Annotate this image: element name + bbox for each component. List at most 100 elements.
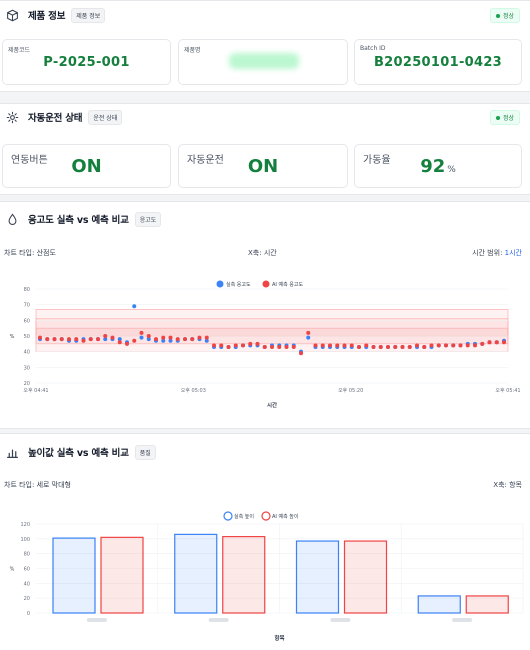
legend-label: AI 예측 높이	[272, 513, 298, 520]
predicted-point	[110, 335, 115, 340]
y-tick-label: 70	[24, 303, 30, 309]
predicted-point	[393, 344, 398, 349]
predicted-point	[146, 334, 151, 338]
height-chart-card: 높이값 실측 vs 예측 비교 품질 차트 타입: 세로 막대형 X축: 항목 …	[0, 433, 530, 650]
x-tick-label: 오후 04:41	[23, 388, 48, 394]
product-info-header: 제품 정보 제품 정보	[6, 6, 106, 24]
predicted-point	[81, 338, 86, 343]
predicted-point	[371, 344, 376, 349]
predicted-point	[270, 344, 274, 349]
batch-id-box: Batch ID B20250101-0423	[354, 39, 522, 85]
predicted-point	[197, 335, 202, 340]
predicted-point	[262, 344, 267, 349]
predicted-point	[357, 344, 361, 349]
predicted-point	[212, 343, 216, 348]
legend-marker	[262, 280, 270, 288]
auto-operation-title: 자동운전 상태	[28, 113, 83, 124]
x-axis-label: 항목	[274, 634, 284, 642]
predicted-point	[88, 337, 93, 342]
actual-point	[132, 304, 137, 309]
predicted-point	[248, 341, 253, 346]
x-tick-label-blurred	[330, 618, 351, 622]
x-tick-label: 오후 05:41	[495, 388, 520, 394]
predicted-point	[306, 330, 311, 335]
predicted-point	[400, 344, 405, 349]
predicted-point	[313, 343, 318, 348]
gear-icon	[6, 111, 19, 123]
cube-icon	[7, 9, 18, 21]
utilization-value: 92	[420, 156, 446, 177]
predicted-point	[386, 344, 390, 349]
height-chart-type: 차트 타입: 세로 막대형	[4, 481, 71, 489]
predicted-point	[45, 337, 50, 342]
height-tag: 품질	[134, 444, 156, 460]
product-status-text: 정상	[502, 13, 514, 20]
product-code-value: P-2025-001	[43, 55, 130, 70]
predicted-point	[465, 343, 470, 348]
y-tick-label: 80	[24, 287, 30, 293]
y-tick-label: 100	[20, 537, 30, 543]
viscosity-chart-type: 차트 타입: 산점도	[4, 249, 56, 257]
predicted-point	[241, 343, 245, 348]
auto-mode-value: ON	[247, 156, 279, 177]
predicted-point	[284, 344, 289, 349]
viscosity-tag: 응고도	[134, 211, 162, 227]
predicted-point	[67, 337, 71, 342]
x-tick-label-blurred	[86, 618, 107, 622]
predicted-point	[277, 344, 282, 349]
viscosity-x-axis: X축: 시간	[248, 249, 277, 257]
height-title: 높이값 실측 vs 예측 비교	[28, 448, 129, 459]
interlock-box: 연동버튼 ON	[2, 144, 171, 188]
y-tick-label: 60	[24, 567, 30, 573]
y-tick-label: 20	[24, 381, 30, 387]
legend-label: 실측 높이	[234, 513, 254, 520]
predicted-point	[154, 337, 158, 342]
predicted-point	[183, 337, 187, 342]
y-axis-label: %	[10, 567, 15, 573]
predicted-point	[190, 337, 195, 342]
product-info-tag: 제품 정보	[71, 7, 106, 23]
predicted-point	[458, 343, 463, 348]
x-axis-label: 시간	[267, 401, 277, 409]
predicted-point	[487, 340, 492, 345]
y-tick-label: 120	[20, 522, 30, 528]
height-x-axis: X축: 항목	[493, 481, 522, 489]
predicted-point	[342, 343, 347, 348]
x-tick-label: 오후 05:03	[181, 388, 206, 394]
y-tick-label: 40	[24, 581, 30, 587]
legend-marker	[223, 511, 233, 521]
y-tick-label: 20	[24, 596, 30, 602]
y-axis-label: %	[10, 334, 15, 340]
status-dot-icon	[495, 115, 500, 120]
y-tick-label: 30	[24, 365, 30, 371]
predicted-point	[494, 340, 499, 345]
product-name-blurred-value	[229, 53, 299, 69]
product-code-label: 제품코드	[8, 47, 31, 54]
y-tick-label: 60	[24, 318, 30, 324]
predicted-point	[451, 343, 456, 348]
utilization-box: 가동율 92%	[354, 144, 522, 188]
viscosity-title: 응고도 실측 vs 예측 비교	[28, 215, 129, 226]
predicted-point	[117, 340, 122, 345]
predicted-point	[255, 341, 260, 346]
predicted-bar	[343, 540, 388, 614]
x-tick-label-blurred	[452, 618, 473, 622]
time-range-value[interactable]: 1시간	[505, 249, 522, 257]
predicted-point	[161, 335, 166, 340]
auto-status-text: 정상	[502, 115, 514, 122]
viscosity-time-range[interactable]: 시간 범위: 1시간	[472, 248, 522, 258]
legend-marker	[216, 280, 224, 288]
predicted-point	[335, 343, 340, 348]
predicted-point	[328, 343, 332, 348]
predicted-point	[175, 337, 180, 342]
y-tick-label: 80	[24, 552, 30, 558]
predicted-point	[219, 343, 224, 348]
actual-bar	[295, 540, 340, 614]
predicted-point	[59, 337, 64, 342]
predicted-point	[233, 343, 238, 348]
legend-label: AI 예측 응고도	[272, 281, 303, 288]
y-tick-label: 50	[24, 334, 30, 340]
predicted-point	[139, 330, 144, 335]
actual-bar	[174, 533, 218, 614]
x-tick-label-blurred	[208, 618, 229, 622]
